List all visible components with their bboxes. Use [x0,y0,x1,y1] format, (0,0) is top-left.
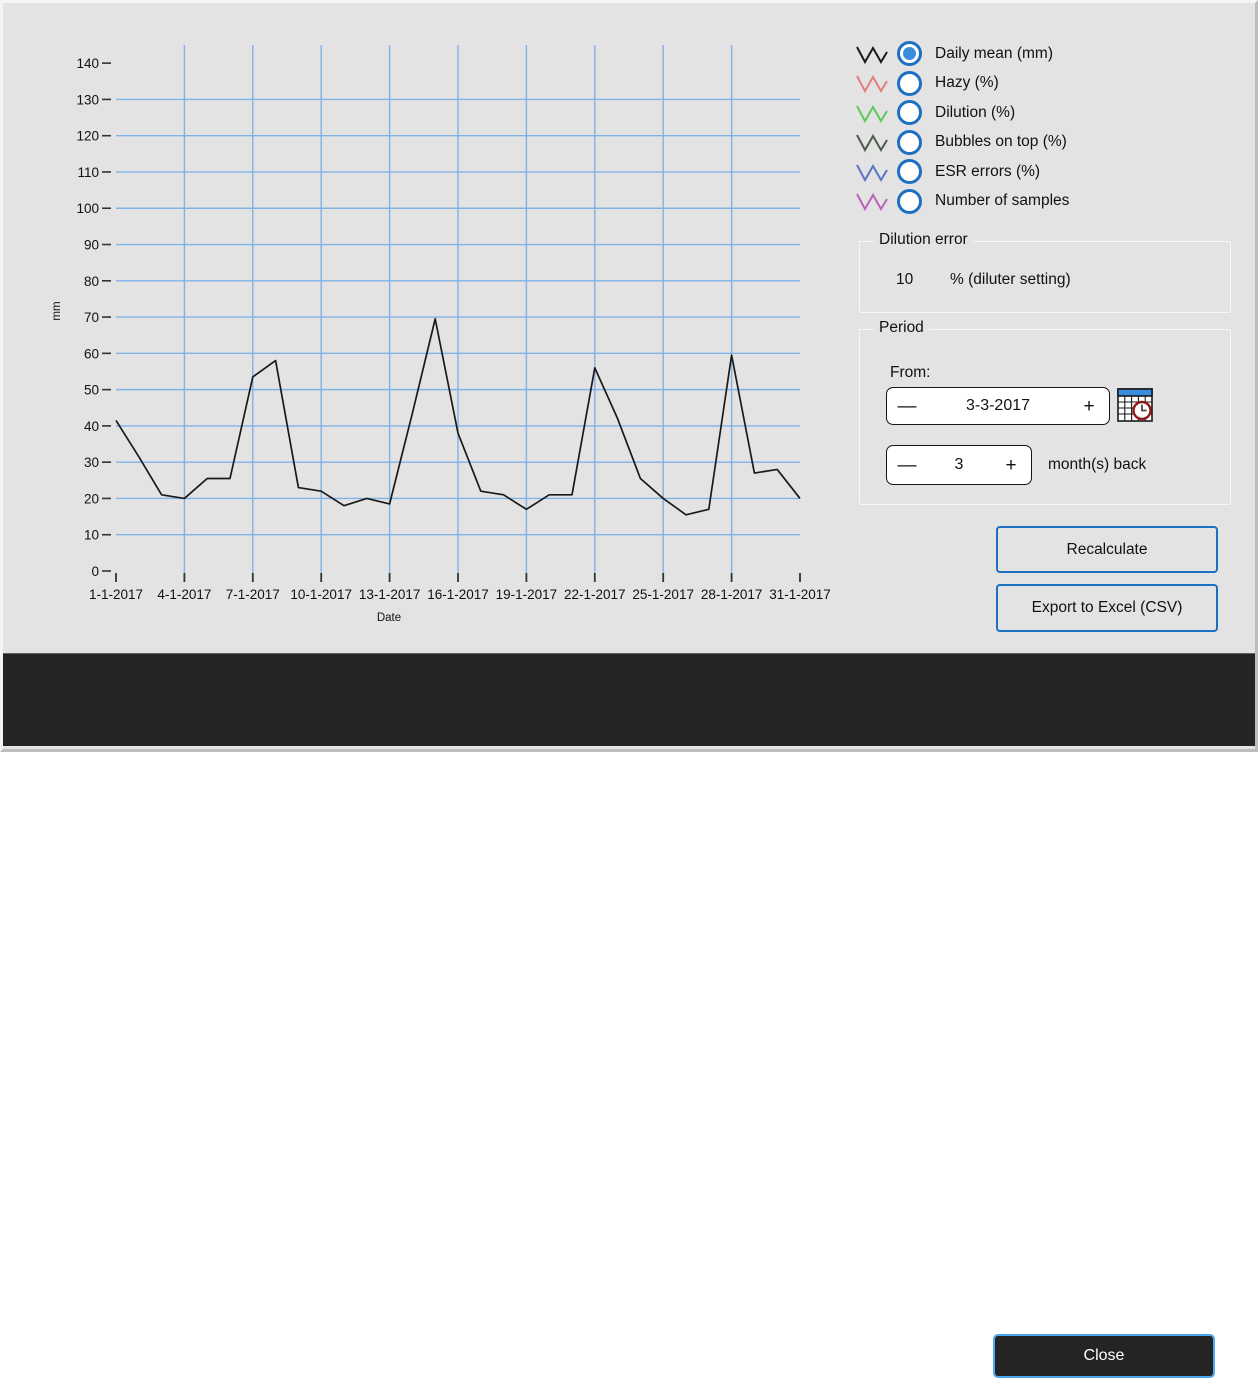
date-increment-button[interactable]: + [1069,397,1109,416]
months-increment-button[interactable]: + [991,456,1031,475]
svg-text:140: 140 [76,56,99,71]
legend-label: Number of samples [935,192,1070,210]
dialog-footer: Close [3,653,1255,1378]
svg-text:31-1-2017: 31-1-2017 [769,587,831,602]
legend-row[interactable]: ESR errors (%) [855,157,1235,187]
period-title: Period [874,319,929,337]
svg-text:19-1-2017: 19-1-2017 [496,587,558,602]
dilution-error-title: Dilution error [874,231,973,249]
svg-text:40: 40 [84,419,99,434]
radio-hazy[interactable] [897,70,922,96]
svg-text:90: 90 [84,238,99,253]
date-decrement-button[interactable]: — [887,397,927,416]
line-sample-icon [856,104,888,123]
svg-text:100: 100 [76,201,99,216]
months-decrement-button[interactable]: — [887,456,927,475]
dilution-error-row: 10 % (diluter setting) [896,271,1071,289]
svg-text:mm: mm [51,301,63,320]
svg-text:60: 60 [84,346,99,361]
chart-panel: 0 10 20 30 40 50 60 70 80 90 100 110 120 130 140 1-1-20… [3,3,849,651]
svg-text:120: 120 [76,129,99,144]
svg-text:28-1-2017: 28-1-2017 [701,587,763,602]
dilution-error-group: Dilution error 10 % (diluter setting) [859,231,1231,313]
dilution-error-unit: % (diluter setting) [950,271,1071,288]
from-date-spinner[interactable]: — 3-3-2017 + [886,387,1110,425]
export-to-excel-button[interactable]: Export to Excel (CSV) [996,584,1218,632]
radio-bubbles-on-top[interactable] [897,129,922,155]
legend-row[interactable]: Hazy (%) [855,69,1235,99]
line-sample-icon [856,163,888,182]
daily-mean-line-chart: 0 10 20 30 40 50 60 70 80 90 100 110 120 130 140 1-1-20… [51,45,831,624]
svg-text:130: 130 [76,92,99,107]
line-sample-icon [856,75,888,94]
months-back-label: month(s) back [1048,456,1147,473]
svg-text:0: 0 [91,564,99,579]
svg-text:Date: Date [377,612,401,624]
svg-text:13-1-2017: 13-1-2017 [359,587,421,602]
svg-text:20: 20 [84,491,99,506]
legend-label: Dilution (%) [935,103,1016,121]
legend-row[interactable]: Dilution (%) [855,98,1235,128]
legend-label: Bubbles on top (%) [935,133,1067,151]
from-date-value[interactable]: 3-3-2017 [927,397,1069,415]
legend-label: Daily mean (mm) [935,44,1053,62]
svg-text:10: 10 [84,528,99,543]
svg-text:50: 50 [84,383,99,398]
svg-text:30: 30 [84,455,99,470]
period-group: Period From: — 3-3-2017 + — 3 + month(s)… [859,319,1231,505]
months-back-value[interactable]: 3 [927,456,991,474]
line-sample-icon [856,134,888,153]
svg-text:110: 110 [77,165,99,180]
legend-label: Hazy (%) [935,74,999,92]
recalculate-button[interactable]: Recalculate [996,526,1218,573]
main-content-area: 0 10 20 30 40 50 60 70 80 90 100 110 120 130 140 1-1-20… [3,3,1255,651]
legend-row[interactable]: Bubbles on top (%) [855,128,1235,158]
svg-text:10-1-2017: 10-1-2017 [290,587,352,602]
from-label: From: [890,364,931,381]
svg-text:25-1-2017: 25-1-2017 [632,587,694,602]
legend-label: ESR errors (%) [935,162,1041,180]
radio-daily-mean[interactable] [897,41,922,67]
series-legend: Daily mean (mm) Hazy (%) Dilution (%) Bu… [855,39,1235,216]
line-sample-icon [856,45,888,64]
radio-number-of-samples[interactable] [897,188,922,214]
close-button[interactable]: Close [993,1334,1215,1378]
svg-text:22-1-2017: 22-1-2017 [564,587,626,602]
svg-text:70: 70 [84,310,99,325]
esr-statistics-window: 0 10 20 30 40 50 60 70 80 90 100 110 120 130 140 1-1-20… [0,0,1258,1378]
svg-text:1-1-2017: 1-1-2017 [89,587,143,602]
line-sample-icon [856,193,888,212]
legend-row[interactable]: Daily mean (mm) [855,39,1235,69]
legend-row[interactable]: Number of samples [855,187,1235,217]
radio-dilution[interactable] [897,100,922,126]
svg-text:4-1-2017: 4-1-2017 [157,587,211,602]
dilution-error-value: 10 [896,271,914,288]
months-back-spinner[interactable]: — 3 + [886,445,1032,485]
svg-text:16-1-2017: 16-1-2017 [427,587,489,602]
calendar-clock-icon[interactable] [1115,386,1155,424]
radio-esr-errors[interactable] [897,159,922,185]
svg-text:80: 80 [84,274,99,289]
svg-text:7-1-2017: 7-1-2017 [226,587,280,602]
